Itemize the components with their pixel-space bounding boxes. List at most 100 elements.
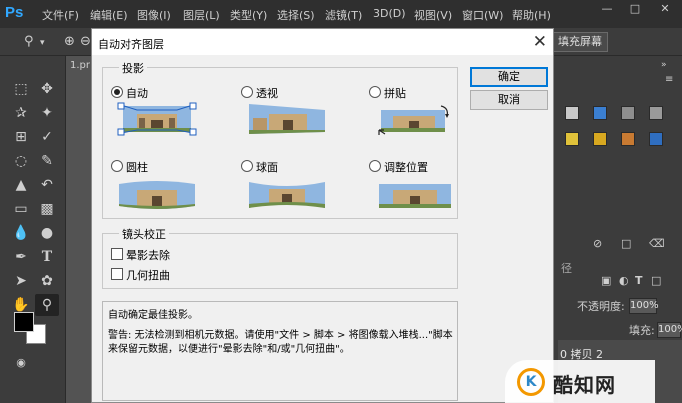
menu-file[interactable]: 文件(F) xyxy=(42,7,79,23)
delete-style-icon[interactable]: ⌫ xyxy=(649,237,665,250)
panel-collapse-icon[interactable]: » xyxy=(661,60,667,70)
menu-image[interactable]: 图像(I) xyxy=(137,7,171,23)
radio-reposition[interactable]: 调整位置 xyxy=(369,158,449,174)
watermark-logo: K xyxy=(517,368,545,396)
pen-tool-icon[interactable]: ✒ xyxy=(9,246,33,268)
opacity-input[interactable]: 100% xyxy=(629,298,659,314)
menu-bar: Ps 文件(F) 编辑(E) 图像(I) 图层(L) 类型(Y) 选择(S) 滤… xyxy=(0,0,682,28)
checkbox[interactable] xyxy=(111,248,123,260)
eraser-tool-icon[interactable]: ▭ xyxy=(9,198,33,220)
zoom-tool-icon[interactable]: ⚲ xyxy=(35,294,59,316)
watermark: K 酷知网 xyxy=(505,360,655,403)
close-icon[interactable]: ✕ xyxy=(533,32,547,52)
app-logo: Ps xyxy=(5,4,24,21)
radio-perspective[interactable]: 透视 xyxy=(241,84,301,100)
foreground-color-swatch[interactable] xyxy=(14,312,34,332)
dialog-title: 自动对齐图层 xyxy=(98,38,164,51)
style-swatch[interactable] xyxy=(565,106,579,120)
cylindrical-projection-thumbnail xyxy=(119,181,195,209)
radio-button[interactable] xyxy=(241,160,253,172)
filter-adjust-icon[interactable]: ◐ xyxy=(619,274,629,287)
brush-tool-icon[interactable]: ✎ xyxy=(35,150,59,172)
perspective-projection-thumbnail xyxy=(249,104,325,134)
menu-filter[interactable]: 滤镜(T) xyxy=(325,7,362,23)
style-swatch[interactable] xyxy=(621,132,635,146)
ok-button[interactable]: 确定 xyxy=(470,67,548,87)
style-swatch[interactable] xyxy=(565,132,579,146)
radio-auto[interactable]: 自动 xyxy=(111,84,171,100)
watermark-text: 酷知网 xyxy=(553,373,616,397)
blur-tool-icon[interactable]: 💧 xyxy=(9,222,33,244)
gradient-tool-icon[interactable]: ▩ xyxy=(35,198,59,220)
path-selection-icon[interactable]: ➤ xyxy=(9,270,33,292)
menu-window[interactable]: 窗口(W) xyxy=(462,7,503,23)
chevron-down-icon[interactable]: ▾ xyxy=(40,38,45,48)
filter-type-icon[interactable]: T xyxy=(635,274,643,287)
menu-edit[interactable]: 编辑(E) xyxy=(90,7,128,23)
cancel-button[interactable]: 取消 xyxy=(470,90,548,110)
fill-input[interactable]: 100% xyxy=(657,322,682,338)
menu-3d[interactable]: 3D(D) xyxy=(373,7,406,20)
minimize-icon[interactable]: — xyxy=(596,2,618,18)
filter-image-icon[interactable]: ▣ xyxy=(601,274,611,287)
radio-button[interactable] xyxy=(241,86,253,98)
projection-group-label: 投影 xyxy=(119,60,147,76)
radio-cylindrical[interactable]: 圆柱 xyxy=(111,158,171,174)
description-title: 自动确定最佳投影。 xyxy=(108,310,198,321)
auto-projection-thumbnail xyxy=(117,102,197,136)
fill-screen-button[interactable]: 填充屏幕 xyxy=(552,32,608,52)
style-swatch[interactable] xyxy=(649,106,663,120)
style-swatch[interactable] xyxy=(593,106,607,120)
spherical-projection-thumbnail xyxy=(249,182,325,208)
zoom-out-icon[interactable]: ⊖ xyxy=(80,34,91,49)
vignette-removal-checkbox[interactable]: 晕影去除 xyxy=(111,246,191,262)
stamp-tool-icon[interactable]: ▲ xyxy=(9,174,33,196)
healing-brush-icon[interactable]: ◌ xyxy=(9,150,33,172)
zoom-in-icon[interactable]: ⊕ xyxy=(64,34,75,49)
type-tool-icon[interactable]: T xyxy=(35,246,59,268)
lens-correction-group: 镜头校正 晕影去除 几何扭曲 xyxy=(102,226,458,289)
geometric-distortion-checkbox[interactable]: 几何扭曲 xyxy=(111,266,191,282)
magic-wand-icon[interactable]: ✦ xyxy=(35,102,59,124)
clear-style-icon[interactable]: ⊘ xyxy=(593,237,602,250)
radio-collage[interactable]: 拼贴 xyxy=(369,84,429,100)
checkbox[interactable] xyxy=(111,268,123,280)
menu-view[interactable]: 视图(V) xyxy=(414,7,452,23)
warning-line-1: 警告: 无法检测到相机元数据。请使用"文件 > 脚本 > 将图像载入堆栈..."… xyxy=(108,330,453,341)
style-swatch[interactable] xyxy=(621,106,635,120)
document-tab[interactable]: 1.pr xyxy=(66,56,94,76)
move-tool-icon[interactable]: ✥ xyxy=(35,78,59,100)
crop-tool-icon[interactable]: ⊞ xyxy=(9,126,33,148)
reposition-projection-thumbnail xyxy=(379,184,451,208)
lasso-tool-icon[interactable]: ✰ xyxy=(9,102,33,124)
new-style-icon[interactable]: □ xyxy=(621,237,631,250)
tools-panel: ⬚ ✥ ✰ ✦ ⊞ ✓ ◌ ✎ ▲ ↶ ▭ ▩ 💧 ● ✒ T ➤ ✿ ✋ ⚲ … xyxy=(0,56,66,403)
description-panel: 自动确定最佳投影。 警告: 无法检测到相机元数据。请使用"文件 > 脚本 > 将… xyxy=(102,301,458,401)
lens-correction-group-label: 镜头校正 xyxy=(119,226,169,242)
fill-label: 填充: xyxy=(629,324,655,337)
menu-type[interactable]: 类型(Y) xyxy=(230,7,267,23)
quick-mask-icon[interactable]: ◉ xyxy=(9,352,33,374)
radio-button[interactable] xyxy=(369,86,381,98)
style-swatch[interactable] xyxy=(593,132,607,146)
maximize-icon[interactable]: □ xyxy=(624,2,646,18)
style-swatch[interactable] xyxy=(649,132,663,146)
close-icon[interactable]: ✕ xyxy=(654,2,676,18)
projection-group: 投影 自动 透视 拼贴 圆柱 球面 调整位置 xyxy=(102,60,458,219)
history-brush-icon[interactable]: ↶ xyxy=(35,174,59,196)
menu-help[interactable]: 帮助(H) xyxy=(512,7,551,23)
panel-tab-paths[interactable]: 径 xyxy=(561,260,572,276)
filter-shape-icon[interactable]: □ xyxy=(651,274,661,287)
dodge-tool-icon[interactable]: ● xyxy=(35,222,59,244)
zoom-tool-icon[interactable]: ⚲ xyxy=(24,34,34,49)
eyedropper-icon[interactable]: ✓ xyxy=(35,126,59,148)
shape-tool-icon[interactable]: ✿ xyxy=(35,270,59,292)
radio-button[interactable] xyxy=(111,86,123,98)
radio-button[interactable] xyxy=(369,160,381,172)
radio-spherical[interactable]: 球面 xyxy=(241,158,301,174)
panel-menu-icon[interactable]: ≡ xyxy=(665,74,673,85)
marquee-tool-icon[interactable]: ⬚ xyxy=(9,78,33,100)
menu-select[interactable]: 选择(S) xyxy=(277,7,315,23)
radio-button[interactable] xyxy=(111,160,123,172)
menu-layer[interactable]: 图层(L) xyxy=(183,7,220,23)
